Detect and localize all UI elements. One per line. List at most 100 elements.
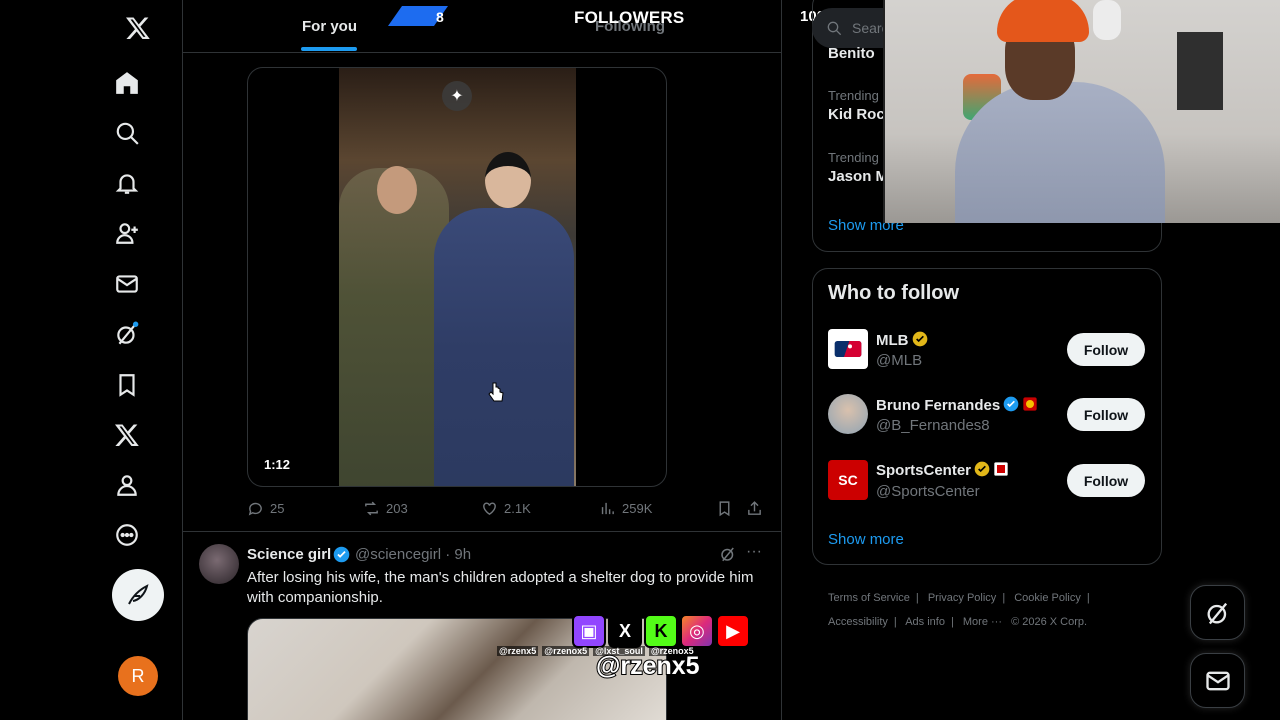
premium-icon[interactable] bbox=[110, 418, 144, 452]
separator: | bbox=[950, 616, 954, 628]
video-person-left-head bbox=[377, 166, 417, 214]
avatar[interactable] bbox=[199, 544, 239, 584]
bookmark-button[interactable] bbox=[716, 500, 733, 517]
like-count: 2.1K bbox=[504, 501, 531, 516]
grok-icon bbox=[1207, 602, 1227, 624]
mlb-logo-icon[interactable] bbox=[828, 329, 868, 369]
follow-button[interactable]: Follow bbox=[1067, 333, 1145, 366]
gold-verified-badge-icon bbox=[912, 331, 927, 347]
trend-item[interactable]: Trending Kid Roc bbox=[828, 88, 885, 123]
video-person-right bbox=[434, 208, 574, 486]
video-person-left bbox=[339, 168, 449, 486]
social-icons-overlay: ▣ X K ◎ ▶ bbox=[572, 614, 750, 648]
x-logo-icon[interactable] bbox=[121, 11, 155, 45]
follow-icon[interactable] bbox=[110, 216, 144, 250]
author-name[interactable]: Science girl bbox=[247, 546, 331, 563]
grok-float-button[interactable] bbox=[1190, 585, 1245, 640]
avatar[interactable] bbox=[828, 394, 868, 434]
more-link[interactable]: More ··· bbox=[963, 616, 1002, 628]
trend-name: Jason M bbox=[828, 168, 889, 185]
search-icon bbox=[827, 21, 842, 36]
verified-badge-icon bbox=[333, 546, 350, 563]
verified-badge-icon bbox=[1003, 396, 1019, 412]
reply-count: 25 bbox=[270, 501, 285, 516]
webcam-beanie bbox=[997, 0, 1089, 42]
heart-icon bbox=[483, 502, 496, 516]
kick-icon: K bbox=[644, 614, 678, 648]
feather-icon bbox=[128, 584, 149, 605]
post-button[interactable] bbox=[112, 569, 164, 621]
youtube-handle: @rzenox5 bbox=[542, 646, 590, 656]
more-options-icon[interactable]: ··· bbox=[746, 543, 762, 561]
bookmarks-icon[interactable] bbox=[110, 368, 144, 402]
more-icon[interactable] bbox=[110, 518, 144, 552]
repost-button[interactable]: 203 bbox=[363, 500, 408, 517]
share-button[interactable] bbox=[746, 500, 763, 517]
separator: | bbox=[915, 592, 919, 604]
terms-link[interactable]: Terms of Service bbox=[828, 592, 910, 604]
author-handle[interactable]: @sciencegirl · 9h bbox=[355, 546, 471, 563]
video-player[interactable]: ✦ 1:12 bbox=[247, 67, 667, 487]
like-button[interactable]: 2.1K bbox=[481, 500, 531, 517]
account-handle[interactable]: @SportsCenter bbox=[876, 483, 980, 500]
view-count: 259K bbox=[622, 501, 653, 516]
twitch-icon: ▣ bbox=[572, 614, 606, 648]
webcam-poster bbox=[1177, 32, 1223, 110]
espn-badge-icon bbox=[994, 462, 1008, 476]
cookie-link[interactable]: Cookie Policy bbox=[1014, 592, 1081, 604]
mail-icon bbox=[1205, 671, 1230, 690]
notifications-icon[interactable] bbox=[110, 166, 144, 200]
followers-count: 8 bbox=[436, 9, 444, 25]
trend-name: Benito bbox=[828, 45, 875, 62]
account-avatar[interactable]: R bbox=[118, 656, 158, 696]
divider bbox=[781, 0, 782, 720]
account-handle[interactable]: @MLB bbox=[876, 352, 922, 369]
privacy-link[interactable]: Privacy Policy bbox=[928, 592, 996, 604]
reply-button[interactable]: 25 bbox=[247, 500, 284, 517]
separator: | bbox=[893, 616, 897, 628]
account-name-text: MLB bbox=[876, 332, 909, 349]
hand-cursor-icon bbox=[488, 382, 504, 402]
account-name[interactable]: MLB bbox=[876, 331, 928, 349]
accessibility-link[interactable]: Accessibility bbox=[828, 616, 888, 628]
profile-icon[interactable] bbox=[110, 468, 144, 502]
messages-icon[interactable] bbox=[110, 267, 144, 301]
gold-verified-badge-icon bbox=[974, 461, 990, 477]
timeline-header: For you Following bbox=[183, 0, 781, 53]
video-person-right-head bbox=[485, 152, 531, 208]
explore-icon[interactable] bbox=[110, 116, 144, 150]
sportscenter-logo-icon[interactable]: SC bbox=[828, 460, 868, 500]
follow-button[interactable]: Follow bbox=[1067, 464, 1145, 497]
webcam-headset bbox=[1093, 0, 1121, 40]
ads-info-link[interactable]: Ads info bbox=[905, 616, 945, 628]
account-name[interactable]: SportsCenter bbox=[876, 461, 1009, 479]
views-button[interactable]: 259K bbox=[599, 500, 652, 517]
account-name-text: SportsCenter bbox=[876, 462, 972, 479]
x-icon: X bbox=[608, 614, 642, 648]
home-icon[interactable] bbox=[110, 66, 144, 100]
grok-icon[interactable] bbox=[110, 317, 144, 351]
separator: | bbox=[1086, 592, 1090, 604]
trend-item[interactable]: Trending Jason M bbox=[828, 150, 888, 185]
follow-button[interactable]: Follow bbox=[1067, 398, 1145, 431]
webcam-person-body bbox=[955, 82, 1165, 223]
tweet-text: After losing his wife, the man's childre… bbox=[247, 569, 754, 606]
account-handle[interactable]: @B_Fernandes8 bbox=[876, 417, 990, 434]
messages-float-button[interactable] bbox=[1190, 653, 1245, 708]
footer-links: Terms of Service | Privacy Policy | Cookie… bbox=[828, 586, 1148, 634]
trend-item[interactable]: Benito bbox=[828, 45, 875, 62]
left-navigation: R bbox=[0, 0, 182, 720]
followers-label: FOLLOWERS bbox=[574, 8, 685, 27]
video-frame bbox=[339, 68, 576, 486]
who-to-follow-show-more-link[interactable]: Show more bbox=[828, 531, 904, 548]
grok-icon[interactable] bbox=[719, 545, 737, 563]
account-name[interactable]: Bruno Fernandes bbox=[876, 396, 1038, 414]
repost-icon bbox=[365, 501, 378, 516]
club-badge-icon bbox=[1023, 397, 1037, 411]
tweet-actions: 25 203 2.1K 259K bbox=[247, 500, 767, 520]
tab-for-you[interactable]: For you bbox=[302, 18, 357, 35]
account-name-text: Bruno Fernandes bbox=[876, 397, 1001, 414]
twitch-handle: @rzenx5 bbox=[497, 646, 539, 656]
grok-sparkle-icon[interactable]: ✦ bbox=[442, 81, 472, 111]
video-duration: 1:12 bbox=[264, 457, 291, 472]
